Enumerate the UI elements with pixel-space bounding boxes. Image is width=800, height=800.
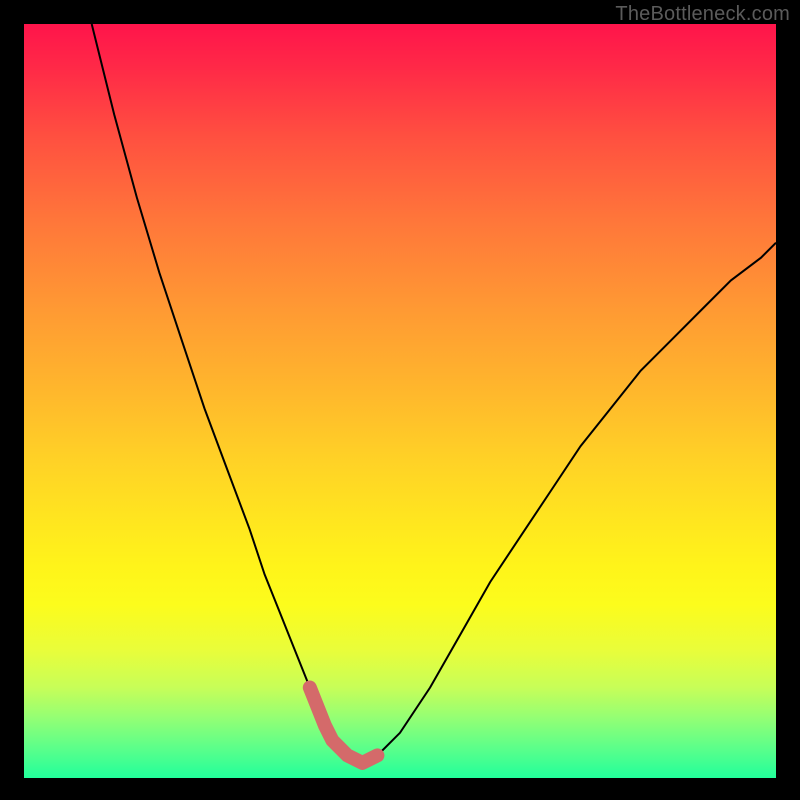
- bottleneck-highlight: [310, 688, 378, 763]
- chart-svg: [24, 24, 776, 778]
- plot-area: [24, 24, 776, 778]
- chart-frame: TheBottleneck.com: [0, 0, 800, 800]
- bottleneck-curve: [92, 24, 776, 763]
- watermark-text: TheBottleneck.com: [615, 3, 790, 26]
